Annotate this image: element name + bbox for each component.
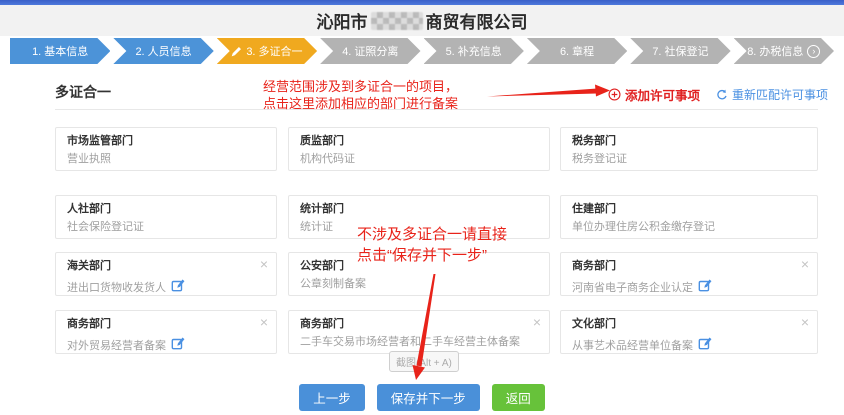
annotation-line: 不涉及多证合一请直接 xyxy=(357,224,507,245)
step-basic-info[interactable]: 1. 基本信息 xyxy=(10,38,110,64)
card-item: 进出口货物收发货人 xyxy=(67,282,166,294)
card-dept: 统计部门 xyxy=(300,203,538,216)
card-dept: 市场监管部门 xyxy=(67,135,265,148)
edit-icon[interactable] xyxy=(171,336,185,355)
card-item: 公章刻制备案 xyxy=(300,278,366,290)
step-supplement-info[interactable]: 5. 补充信息 xyxy=(424,38,524,64)
close-icon[interactable]: × xyxy=(260,315,268,329)
step-label: 3. 多证合一 xyxy=(246,43,302,59)
card-item: 二手车交易市场经营者和二手车经营主体备案 xyxy=(300,336,520,348)
prev-step-button[interactable]: 上一步 xyxy=(299,384,365,411)
card-item: 统计证 xyxy=(300,221,333,233)
cert-card-tax: 税务部门 税务登记证 xyxy=(560,127,818,171)
cert-card-customs: × 海关部门 进出口货物收发货人 xyxy=(55,252,277,296)
close-icon[interactable]: × xyxy=(533,315,541,329)
card-item: 社会保险登记证 xyxy=(67,221,144,233)
annotation-add-permission: 经营范围涉及到多证合一的项目， 点击这里添加相应的部门进行备案 xyxy=(263,79,458,112)
edit-icon[interactable] xyxy=(171,278,185,297)
cert-card-human-resources: 人社部门 社会保险登记证 xyxy=(55,195,277,239)
save-next-button[interactable]: 保存并下一步 xyxy=(377,384,480,411)
card-dept: 税务部门 xyxy=(572,135,806,148)
step-wizard: 1. 基本信息 2. 人员信息 3. 多证合一 4. 证照分离 5. 补充信息 … xyxy=(10,38,834,64)
cert-card-market-regulation: 市场监管部门 营业执照 xyxy=(55,127,277,171)
rematch-permission-link[interactable]: 重新匹配许可事项 xyxy=(716,86,828,103)
card-dept: 人社部门 xyxy=(67,203,265,216)
footer-button-row: 上一步 保存并下一步 返回 xyxy=(0,384,844,411)
company-name-prefix: 沁阳市 xyxy=(317,8,368,33)
card-dept: 质监部门 xyxy=(300,135,538,148)
rematch-permission-label: 重新匹配许可事项 xyxy=(732,86,828,103)
step-label: 4. 证照分离 xyxy=(342,43,398,59)
cert-card-quality-supervision: 质监部门 机构代码证 xyxy=(288,127,550,171)
cert-card-commerce-ecommerce: × 商务部门 河南省电子商务企业认定 xyxy=(560,252,818,296)
step-label: 2. 人员信息 xyxy=(135,43,191,59)
step-tax-info[interactable]: 8. 办税信息 › xyxy=(734,38,834,64)
card-item: 从事艺术品经营单位备案 xyxy=(572,340,693,352)
card-item: 机构代码证 xyxy=(300,153,355,165)
step-social-security[interactable]: 7. 社保登记 xyxy=(630,38,730,64)
annotation-line: 点击这里添加相应的部门进行备案 xyxy=(263,96,458,113)
card-dept: 文化部门 xyxy=(572,318,806,331)
cert-card-commerce-foreign-trade: × 商务部门 对外贸易经营者备案 xyxy=(55,310,277,354)
censored-text-block xyxy=(371,12,423,30)
edit-icon[interactable] xyxy=(698,336,712,355)
add-permission-link[interactable]: 添加许可事项 xyxy=(608,85,700,104)
step-label: 5. 补充信息 xyxy=(446,43,502,59)
close-icon[interactable]: × xyxy=(801,315,809,329)
step-personnel-info[interactable]: 2. 人员信息 xyxy=(113,38,213,64)
company-title-bar: 沁阳市 商贸有限公司 xyxy=(0,5,844,36)
step-label: 8. 办税信息 xyxy=(747,43,803,59)
chevron-circle-icon[interactable]: › xyxy=(807,45,820,58)
company-name-suffix: 商贸有限公司 xyxy=(426,8,528,33)
step-multi-cert[interactable]: 3. 多证合一 xyxy=(217,38,317,64)
annotation-line: 经营范围涉及到多证合一的项目， xyxy=(263,79,458,96)
card-dept: 住建部门 xyxy=(572,203,806,216)
close-icon[interactable]: × xyxy=(801,257,809,271)
annotation-line: 点击“保存并下一步” xyxy=(357,245,507,266)
card-item: 对外贸易经营者备案 xyxy=(67,340,166,352)
card-dept: 商务部门 xyxy=(572,260,806,273)
screenshot-tooltip: 截图(Alt + A) xyxy=(389,351,459,372)
pencil-icon xyxy=(231,46,242,57)
card-item: 河南省电子商务企业认定 xyxy=(572,282,693,294)
edit-icon[interactable] xyxy=(698,278,712,297)
step-charter[interactable]: 6. 章程 xyxy=(527,38,627,64)
refresh-icon xyxy=(716,89,728,101)
step-license-separation[interactable]: 4. 证照分离 xyxy=(320,38,420,64)
step-label: 1. 基本信息 xyxy=(32,43,88,59)
step-label: 7. 社保登记 xyxy=(652,43,708,59)
card-item: 营业执照 xyxy=(67,153,111,165)
card-dept: 海关部门 xyxy=(67,260,265,273)
step-label: 6. 章程 xyxy=(560,43,594,59)
close-icon[interactable]: × xyxy=(260,257,268,271)
section-title: 多证合一 xyxy=(55,82,111,102)
card-item: 税务登记证 xyxy=(572,153,627,165)
cert-card-commerce-used-car: × 商务部门 二手车交易市场经营者和二手车经营主体备案 xyxy=(288,310,550,354)
card-item: 单位办理住房公积金缴存登记 xyxy=(572,221,715,233)
back-button[interactable]: 返回 xyxy=(492,384,545,411)
arrow-shaft xyxy=(487,89,597,97)
annotation-save-next: 不涉及多证合一请直接 点击“保存并下一步” xyxy=(357,224,507,266)
page-title: 沁阳市 商贸有限公司 xyxy=(317,8,528,33)
card-dept: 商务部门 xyxy=(67,318,265,331)
plus-circle-icon xyxy=(608,88,621,101)
cert-card-culture: × 文化部门 从事艺术品经营单位备案 xyxy=(560,310,818,354)
cert-card-housing: 住建部门 单位办理住房公积金缴存登记 xyxy=(560,195,818,239)
card-dept: 商务部门 xyxy=(300,318,538,331)
add-permission-label: 添加许可事项 xyxy=(625,85,700,104)
